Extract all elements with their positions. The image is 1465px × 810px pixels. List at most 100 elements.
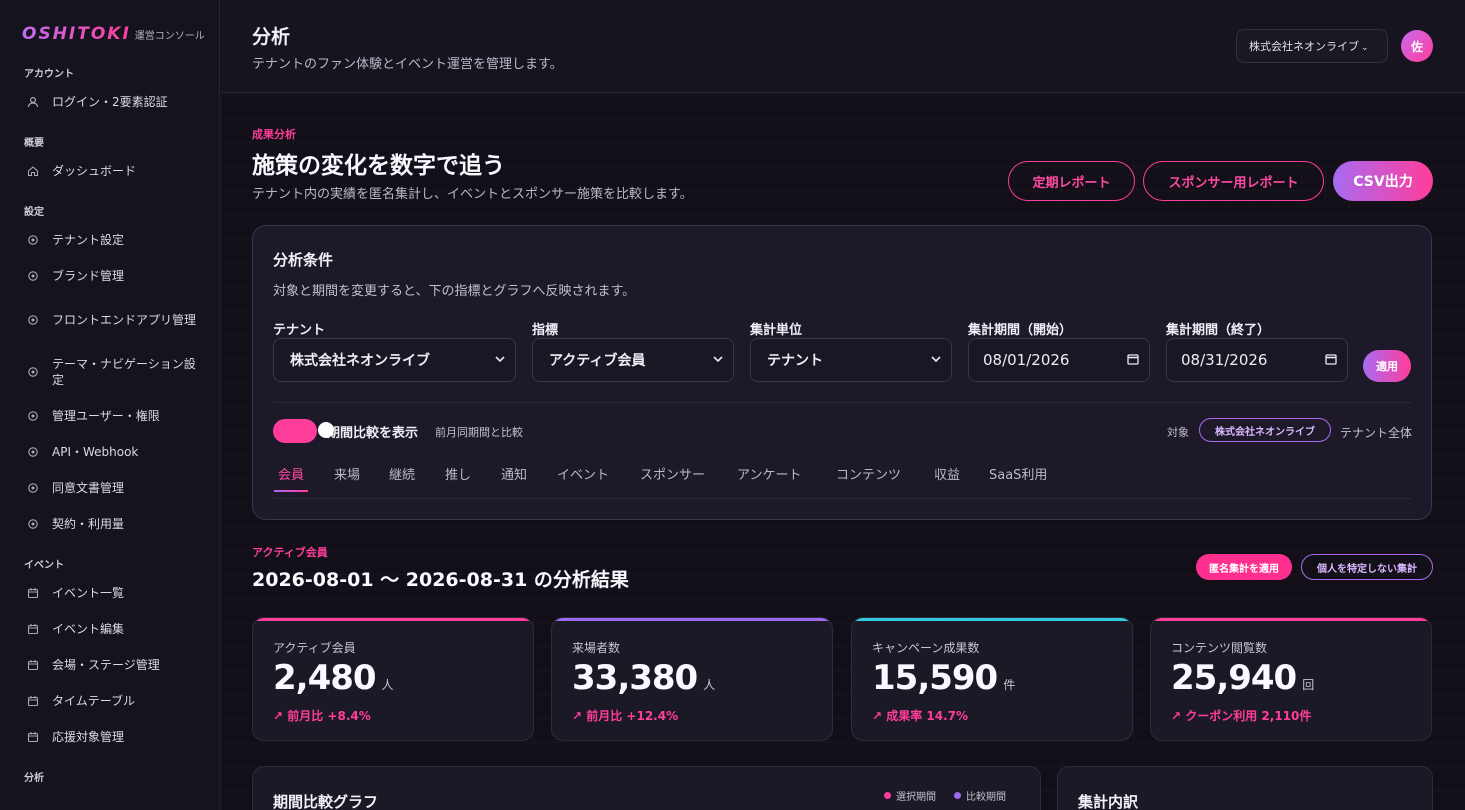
active-tab-indicator — [274, 490, 308, 492]
sidebar-item-consent-docs[interactable]: 同意文書管理 — [0, 470, 219, 506]
sidebar-item-theme-nav[interactable]: テーマ・ナビゲーション設定 — [0, 346, 219, 398]
kpi-number: 33,380 — [572, 658, 698, 698]
sidebar-item-label: 契約・利用量 — [52, 517, 125, 531]
toggle-knob[interactable] — [318, 422, 334, 438]
calendar-icon — [1325, 351, 1337, 369]
tab-saas-usage[interactable]: SaaS利用 — [989, 464, 1047, 483]
tab-notifications[interactable]: 通知 — [501, 464, 527, 483]
kpi-unit: 人 — [703, 678, 716, 692]
kpi-delta: ↗ 前月比 +12.4% — [572, 709, 679, 723]
results-title: 2026-08-01 〜 2026-08-31 の分析結果 — [252, 569, 629, 591]
sidebar-item-admin-users[interactable]: 管理ユーザー・権限 — [0, 398, 219, 434]
tab-sponsors[interactable]: スポンサー — [640, 464, 705, 483]
sidebar-item-brand[interactable]: ブランド管理 — [0, 258, 219, 294]
sidebar-item-label: イベント一覧 — [52, 586, 125, 600]
sidebar-item-event-list[interactable]: イベント一覧 — [0, 575, 219, 611]
kpi-card-visitors: 来場者数 33,380 人 ↗ 前月比 +12.4% — [551, 617, 833, 741]
sidebar-item-venue-stage[interactable]: 会場・ステージ管理 — [0, 647, 219, 683]
start-date-value: 08/01/2026 — [983, 351, 1070, 369]
period-compare-toggle[interactable] — [273, 419, 317, 443]
calendar-icon — [26, 658, 40, 672]
sidebar-item-label: イベント編集 — [52, 622, 125, 636]
kpi-unit: 件 — [1003, 678, 1016, 692]
metric-select[interactable]: アクティブ会員 — [532, 338, 734, 382]
sidebar-item-support-targets[interactable]: 応援対象管理 — [0, 719, 219, 755]
end-date-input[interactable]: 08/31/2026 — [1166, 338, 1348, 382]
chevron-down-icon — [931, 355, 941, 366]
kpi-label: アクティブ会員 — [273, 641, 356, 655]
results-eyebrow: アクティブ会員 — [252, 546, 328, 559]
kpi-accent-bar — [852, 618, 1132, 621]
tab-revenue[interactable]: 収益 — [934, 464, 960, 483]
csv-export-button[interactable]: CSV出力 — [1333, 161, 1433, 201]
legend-compare: 比較期間 — [954, 788, 1006, 803]
panel-description: 対象と期間を変更すると、下の指標とグラフへ反映されます。 — [273, 284, 636, 299]
sidebar-item-contract-usage[interactable]: 契約・利用量 — [0, 506, 219, 542]
anonymous-aggregation-badge[interactable]: 匿名集計を適用 — [1196, 554, 1292, 580]
tab-events[interactable]: イベント — [557, 464, 609, 483]
sidebar-item-label: ダッシュボード — [52, 164, 137, 178]
tab-contents[interactable]: コンテンツ — [836, 464, 901, 483]
end-date-label: 集計期間（終了） — [1166, 323, 1271, 338]
kpi-label: コンテンツ閲覧数 — [1171, 641, 1268, 655]
sidebar-item-timetable[interactable]: タイムテーブル — [0, 683, 219, 719]
brand-logo: OSHITOKI — [22, 24, 131, 44]
kpi-number: 15,590 — [872, 658, 998, 698]
sidebar-item-label: テーマ・ナビゲーション設定 — [52, 357, 196, 387]
page-title: 分析 — [252, 26, 291, 48]
hero-title: 施策の変化を数字で追う — [252, 153, 505, 179]
settings-icon — [26, 445, 40, 459]
non-identifying-aggregation-badge[interactable]: 個人を特定しない集計 — [1301, 554, 1433, 580]
brand[interactable]: OSHITOKI 運営コンソール — [0, 22, 219, 44]
sidebar-item-dashboard[interactable]: ダッシュボード — [0, 153, 219, 189]
sidebar-item-api-webhook[interactable]: API・Webhook — [0, 434, 219, 470]
end-date-value: 08/31/2026 — [1181, 351, 1268, 369]
target-all: テナント全体 — [1340, 426, 1413, 440]
toggle-subtext: 前月同期間と比較 — [435, 426, 523, 439]
kpi-card-content-views: コンテンツ閲覧数 25,940 回 ↗ クーポン利用 2,110件 — [1150, 617, 1432, 741]
sidebar-item-frontend-app[interactable]: フロントエンドアプリ管理 — [0, 294, 219, 346]
nav-section-settings: 設定 — [24, 207, 44, 218]
settings-icon — [26, 313, 40, 327]
calendar-icon — [26, 694, 40, 708]
kpi-value: 25,940 回 — [1171, 658, 1314, 698]
apply-button[interactable]: 適用 — [1363, 350, 1411, 382]
kpi-value: 2,480 人 — [273, 658, 394, 698]
sidebar-item-label: 管理ユーザー・権限 — [52, 409, 160, 423]
sidebar-item-label: ログイン・2要素認証 — [52, 95, 168, 109]
settings-icon — [26, 409, 40, 423]
settings-icon — [26, 269, 40, 283]
tab-attendance[interactable]: 来場 — [334, 464, 360, 483]
nav-section-analytics: 分析 — [24, 773, 44, 784]
sidebar-item-tenant-settings[interactable]: テナント設定 — [0, 222, 219, 258]
avatar[interactable]: 佐 — [1401, 30, 1433, 62]
nav-section-overview: 概要 — [24, 138, 44, 149]
target-chip[interactable]: 株式会社ネオンライブ — [1199, 418, 1331, 442]
sponsor-report-button[interactable]: スポンサー用レポート — [1143, 161, 1324, 201]
sidebar-item-label: 同意文書管理 — [52, 481, 125, 495]
kpi-label: 来場者数 — [572, 641, 621, 655]
tenant-switcher-label: 株式会社ネオンライブ — [1249, 40, 1359, 53]
sidebar-item-label: フロントエンドアプリ管理 — [52, 313, 197, 327]
page-header: 分析 テナントのファン体験とイベント運営を管理します。 株式会社ネオンライブ ⌄… — [221, 0, 1465, 93]
chevron-down-icon — [713, 355, 723, 366]
unit-label: 集計単位 — [750, 323, 803, 338]
tenant-switcher[interactable]: 株式会社ネオンライブ ⌄ — [1236, 29, 1388, 63]
start-date-input[interactable]: 08/01/2026 — [968, 338, 1150, 382]
unit-select[interactable]: テナント — [750, 338, 952, 382]
tenant-select[interactable]: 株式会社ネオンライブ — [273, 338, 516, 382]
periodic-report-button[interactable]: 定期レポート — [1008, 161, 1135, 201]
toggle-label: 期間比較を表示 — [327, 426, 419, 441]
analysis-conditions-panel: 分析条件 対象と期間を変更すると、下の指標とグラフへ反映されます。 テナント 株… — [252, 225, 1432, 520]
tab-retention[interactable]: 継続 — [389, 464, 415, 483]
tab-survey[interactable]: アンケート — [737, 464, 801, 483]
sidebar: OSHITOKI 運営コンソール アカウント ログイン・2要素認証 概要 ダッシ… — [0, 0, 220, 810]
tab-oshi[interactable]: 推し — [445, 464, 471, 483]
page-description: テナントのファン体験とイベント運営を管理します。 — [252, 57, 563, 72]
legend-label: 比較期間 — [966, 792, 1006, 803]
kpi-card-active-members: アクティブ会員 2,480 人 ↗ 前月比 +8.4% — [252, 617, 534, 741]
calendar-icon — [26, 730, 40, 744]
sidebar-item-login[interactable]: ログイン・2要素認証 — [0, 84, 219, 120]
tab-members[interactable]: 会員 — [278, 464, 304, 483]
sidebar-item-event-edit[interactable]: イベント編集 — [0, 611, 219, 647]
